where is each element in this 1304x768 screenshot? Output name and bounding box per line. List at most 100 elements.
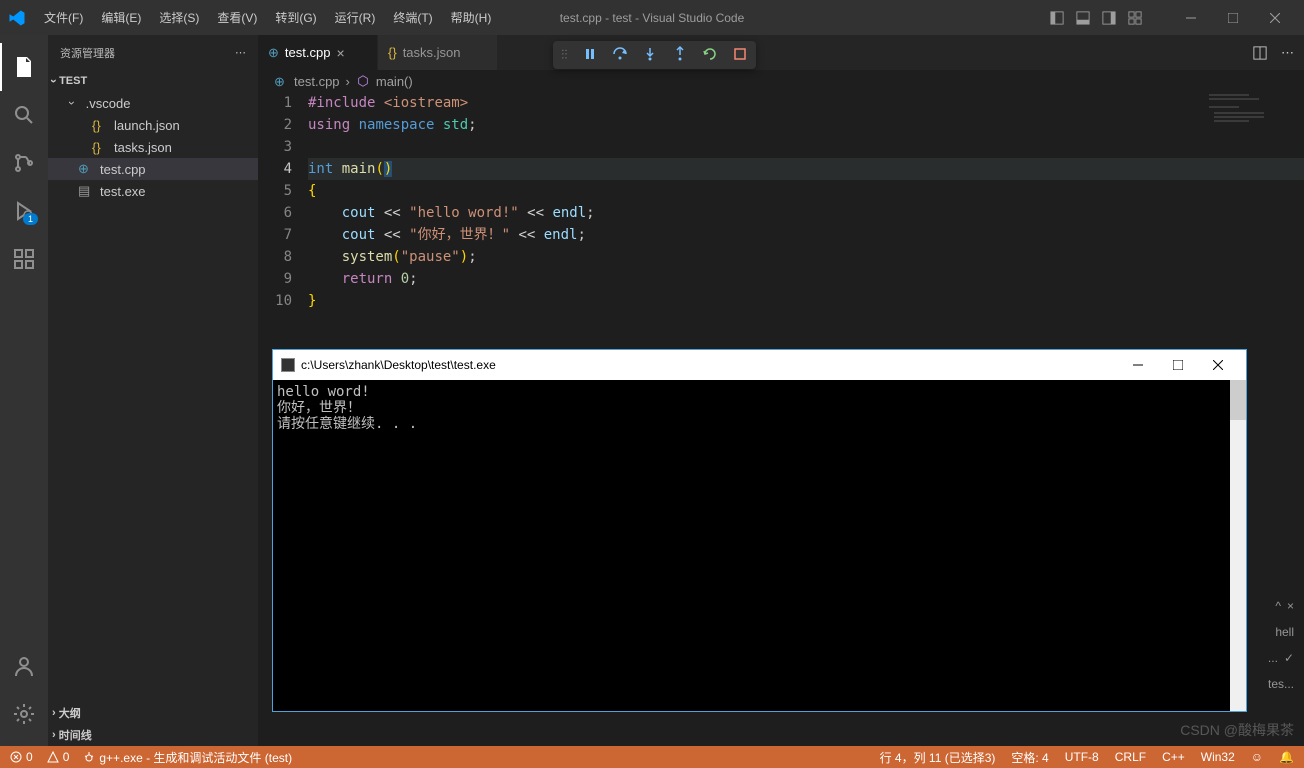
menu-edit[interactable]: 编辑(E)	[93, 5, 149, 30]
status-feedback-icon[interactable]: ☺	[1251, 749, 1263, 766]
debug-stepover-button[interactable]	[612, 46, 628, 65]
console-close-button[interactable]	[1198, 351, 1238, 379]
activity-explorer[interactable]	[0, 43, 48, 91]
json-icon: {}	[92, 140, 108, 155]
titlebar: 文件(F) 编辑(E) 选择(S) 查看(V) 转到(G) 运行(R) 终端(T…	[0, 0, 1304, 35]
json-icon: {}	[388, 45, 397, 60]
tree-file-testcpp[interactable]: ⊕test.cpp	[48, 158, 258, 180]
grip-icon[interactable]: ⫶⫶	[561, 47, 568, 63]
window-maximize-button[interactable]	[1212, 3, 1254, 33]
timeline-section[interactable]: › 时间线	[48, 724, 258, 746]
layout-customize-icon[interactable]	[1128, 11, 1142, 25]
activity-bar: 1	[0, 35, 48, 746]
chevron-down-icon	[52, 74, 56, 88]
status-indent[interactable]: 空格: 4	[1011, 749, 1048, 766]
scrollbar-thumb[interactable]	[1230, 380, 1246, 420]
menu-selection[interactable]: 选择(S)	[151, 5, 207, 30]
layout-toggle-primary-icon[interactable]	[1050, 11, 1064, 25]
debug-stop-button[interactable]	[732, 46, 748, 65]
json-icon: {}	[92, 118, 108, 133]
close-icon[interactable]: ×	[336, 45, 344, 61]
close-icon[interactable]: ×	[1287, 599, 1294, 613]
tab-tasksjson[interactable]: {}tasks.json	[378, 35, 498, 70]
activity-run[interactable]: 1	[0, 187, 48, 235]
chevron-down-icon	[70, 96, 82, 110]
sidebar-more-icon[interactable]: ⋯	[235, 46, 246, 59]
console-minimize-button[interactable]	[1118, 351, 1158, 379]
menu-bar: 文件(F) 编辑(E) 选择(S) 查看(V) 转到(G) 运行(R) 终端(T…	[36, 5, 499, 30]
debug-stepout-button[interactable]	[672, 46, 688, 65]
menu-go[interactable]: 转到(G)	[267, 5, 324, 30]
tab-testcpp[interactable]: ⊕test.cpp×	[258, 35, 378, 70]
activity-settings[interactable]	[0, 690, 48, 738]
split-editor-icon[interactable]	[1253, 46, 1267, 60]
layout-toggle-panel-icon[interactable]	[1076, 11, 1090, 25]
debug-restart-button[interactable]	[702, 46, 718, 65]
status-encoding[interactable]: UTF-8	[1065, 749, 1099, 766]
console-scrollbar[interactable]	[1230, 380, 1246, 711]
debug-toolbar[interactable]: ⫶⫶	[553, 41, 756, 69]
tree-file-testexe[interactable]: ▤test.exe	[48, 180, 258, 202]
status-errors[interactable]: 0	[10, 750, 33, 764]
status-warnings[interactable]: 0	[47, 750, 70, 764]
panel-peek: ^ × hell ... ✓ tes...	[1244, 593, 1304, 697]
chevron-right-icon: ›	[52, 707, 56, 719]
tree-root[interactable]: TEST	[48, 70, 258, 92]
menu-run[interactable]: 运行(R)	[327, 5, 384, 30]
statusbar: 0 0 g++.exe - 生成和调试活动文件 (test) 行 4，列 11 …	[0, 746, 1304, 768]
status-arch[interactable]: Win32	[1201, 749, 1235, 766]
activity-search[interactable]	[0, 91, 48, 139]
window-close-button[interactable]	[1254, 3, 1296, 33]
status-cursor-pos[interactable]: 行 4，列 11 (已选择3)	[880, 749, 996, 766]
menu-terminal[interactable]: 终端(T)	[385, 5, 440, 30]
debug-stepinto-button[interactable]	[642, 46, 658, 65]
more-actions-icon[interactable]: ⋯	[1281, 45, 1294, 61]
menu-help[interactable]: 帮助(H)	[443, 5, 500, 30]
terminal-label[interactable]: hell	[1275, 625, 1294, 639]
window-title: test.cpp - test - Visual Studio Code	[560, 11, 745, 25]
tree-file-launch[interactable]: {}launch.json	[48, 114, 258, 136]
console-titlebar[interactable]: c:\Users\zhank\Desktop\test\test.exe	[273, 350, 1246, 380]
sidebar-title: 资源管理器	[60, 45, 115, 61]
outline-section[interactable]: › 大纲	[48, 702, 258, 724]
debug-badge: 1	[23, 213, 38, 225]
console-maximize-button[interactable]	[1158, 351, 1198, 379]
console-line: 请按任意键继续. . .	[277, 416, 1242, 432]
cpp-icon: ⊕	[268, 45, 279, 61]
window-minimize-button[interactable]	[1170, 3, 1212, 33]
minimap[interactable]	[1204, 92, 1304, 142]
panel-up-icon[interactable]: ^	[1275, 599, 1281, 613]
menu-file[interactable]: 文件(F)	[36, 5, 91, 30]
breadcrumb-file[interactable]: test.cpp	[294, 74, 340, 89]
console-title: c:\Users\zhank\Desktop\test\test.exe	[301, 358, 496, 372]
terminal-label[interactable]: tes...	[1268, 677, 1294, 691]
breadcrumb[interactable]: ⊕ test.cpp › main()	[258, 70, 1304, 92]
tree-file-tasks[interactable]: {}tasks.json	[48, 136, 258, 158]
watermark: CSDN @酸梅果茶	[1180, 720, 1294, 740]
debug-pause-button[interactable]	[582, 46, 598, 65]
console-icon	[281, 358, 295, 372]
exe-icon: ▤	[78, 183, 94, 199]
cpp-icon: ⊕	[274, 74, 288, 88]
menu-view[interactable]: 查看(V)	[209, 5, 265, 30]
activity-account[interactable]	[0, 642, 48, 690]
terminal-label[interactable]: ...	[1268, 651, 1278, 665]
status-debug-config[interactable]: g++.exe - 生成和调试活动文件 (test)	[83, 749, 292, 766]
debug-icon	[83, 751, 95, 763]
status-eol[interactable]: CRLF	[1115, 749, 1146, 766]
activity-extensions[interactable]	[0, 235, 48, 283]
tree-folder-vscode[interactable]: .vscode	[48, 92, 258, 114]
symbol-method-icon	[356, 74, 370, 88]
chevron-right-icon: ›	[346, 74, 350, 89]
cpp-icon: ⊕	[78, 161, 94, 177]
console-output[interactable]: hello word! 你好，世界！ 请按任意键继续. . .	[273, 380, 1246, 436]
sidebar: 资源管理器 ⋯ TEST .vscode {}launch.json {}tas…	[48, 35, 258, 746]
chevron-right-icon: ›	[52, 729, 56, 741]
activity-scm[interactable]	[0, 139, 48, 187]
console-window[interactable]: c:\Users\zhank\Desktop\test\test.exe hel…	[272, 349, 1247, 712]
layout-toggle-secondary-icon[interactable]	[1102, 11, 1116, 25]
breadcrumb-symbol[interactable]: main()	[376, 74, 413, 89]
check-icon: ✓	[1284, 651, 1294, 665]
status-bell-icon[interactable]: 🔔	[1279, 749, 1294, 766]
status-language[interactable]: C++	[1162, 749, 1185, 766]
